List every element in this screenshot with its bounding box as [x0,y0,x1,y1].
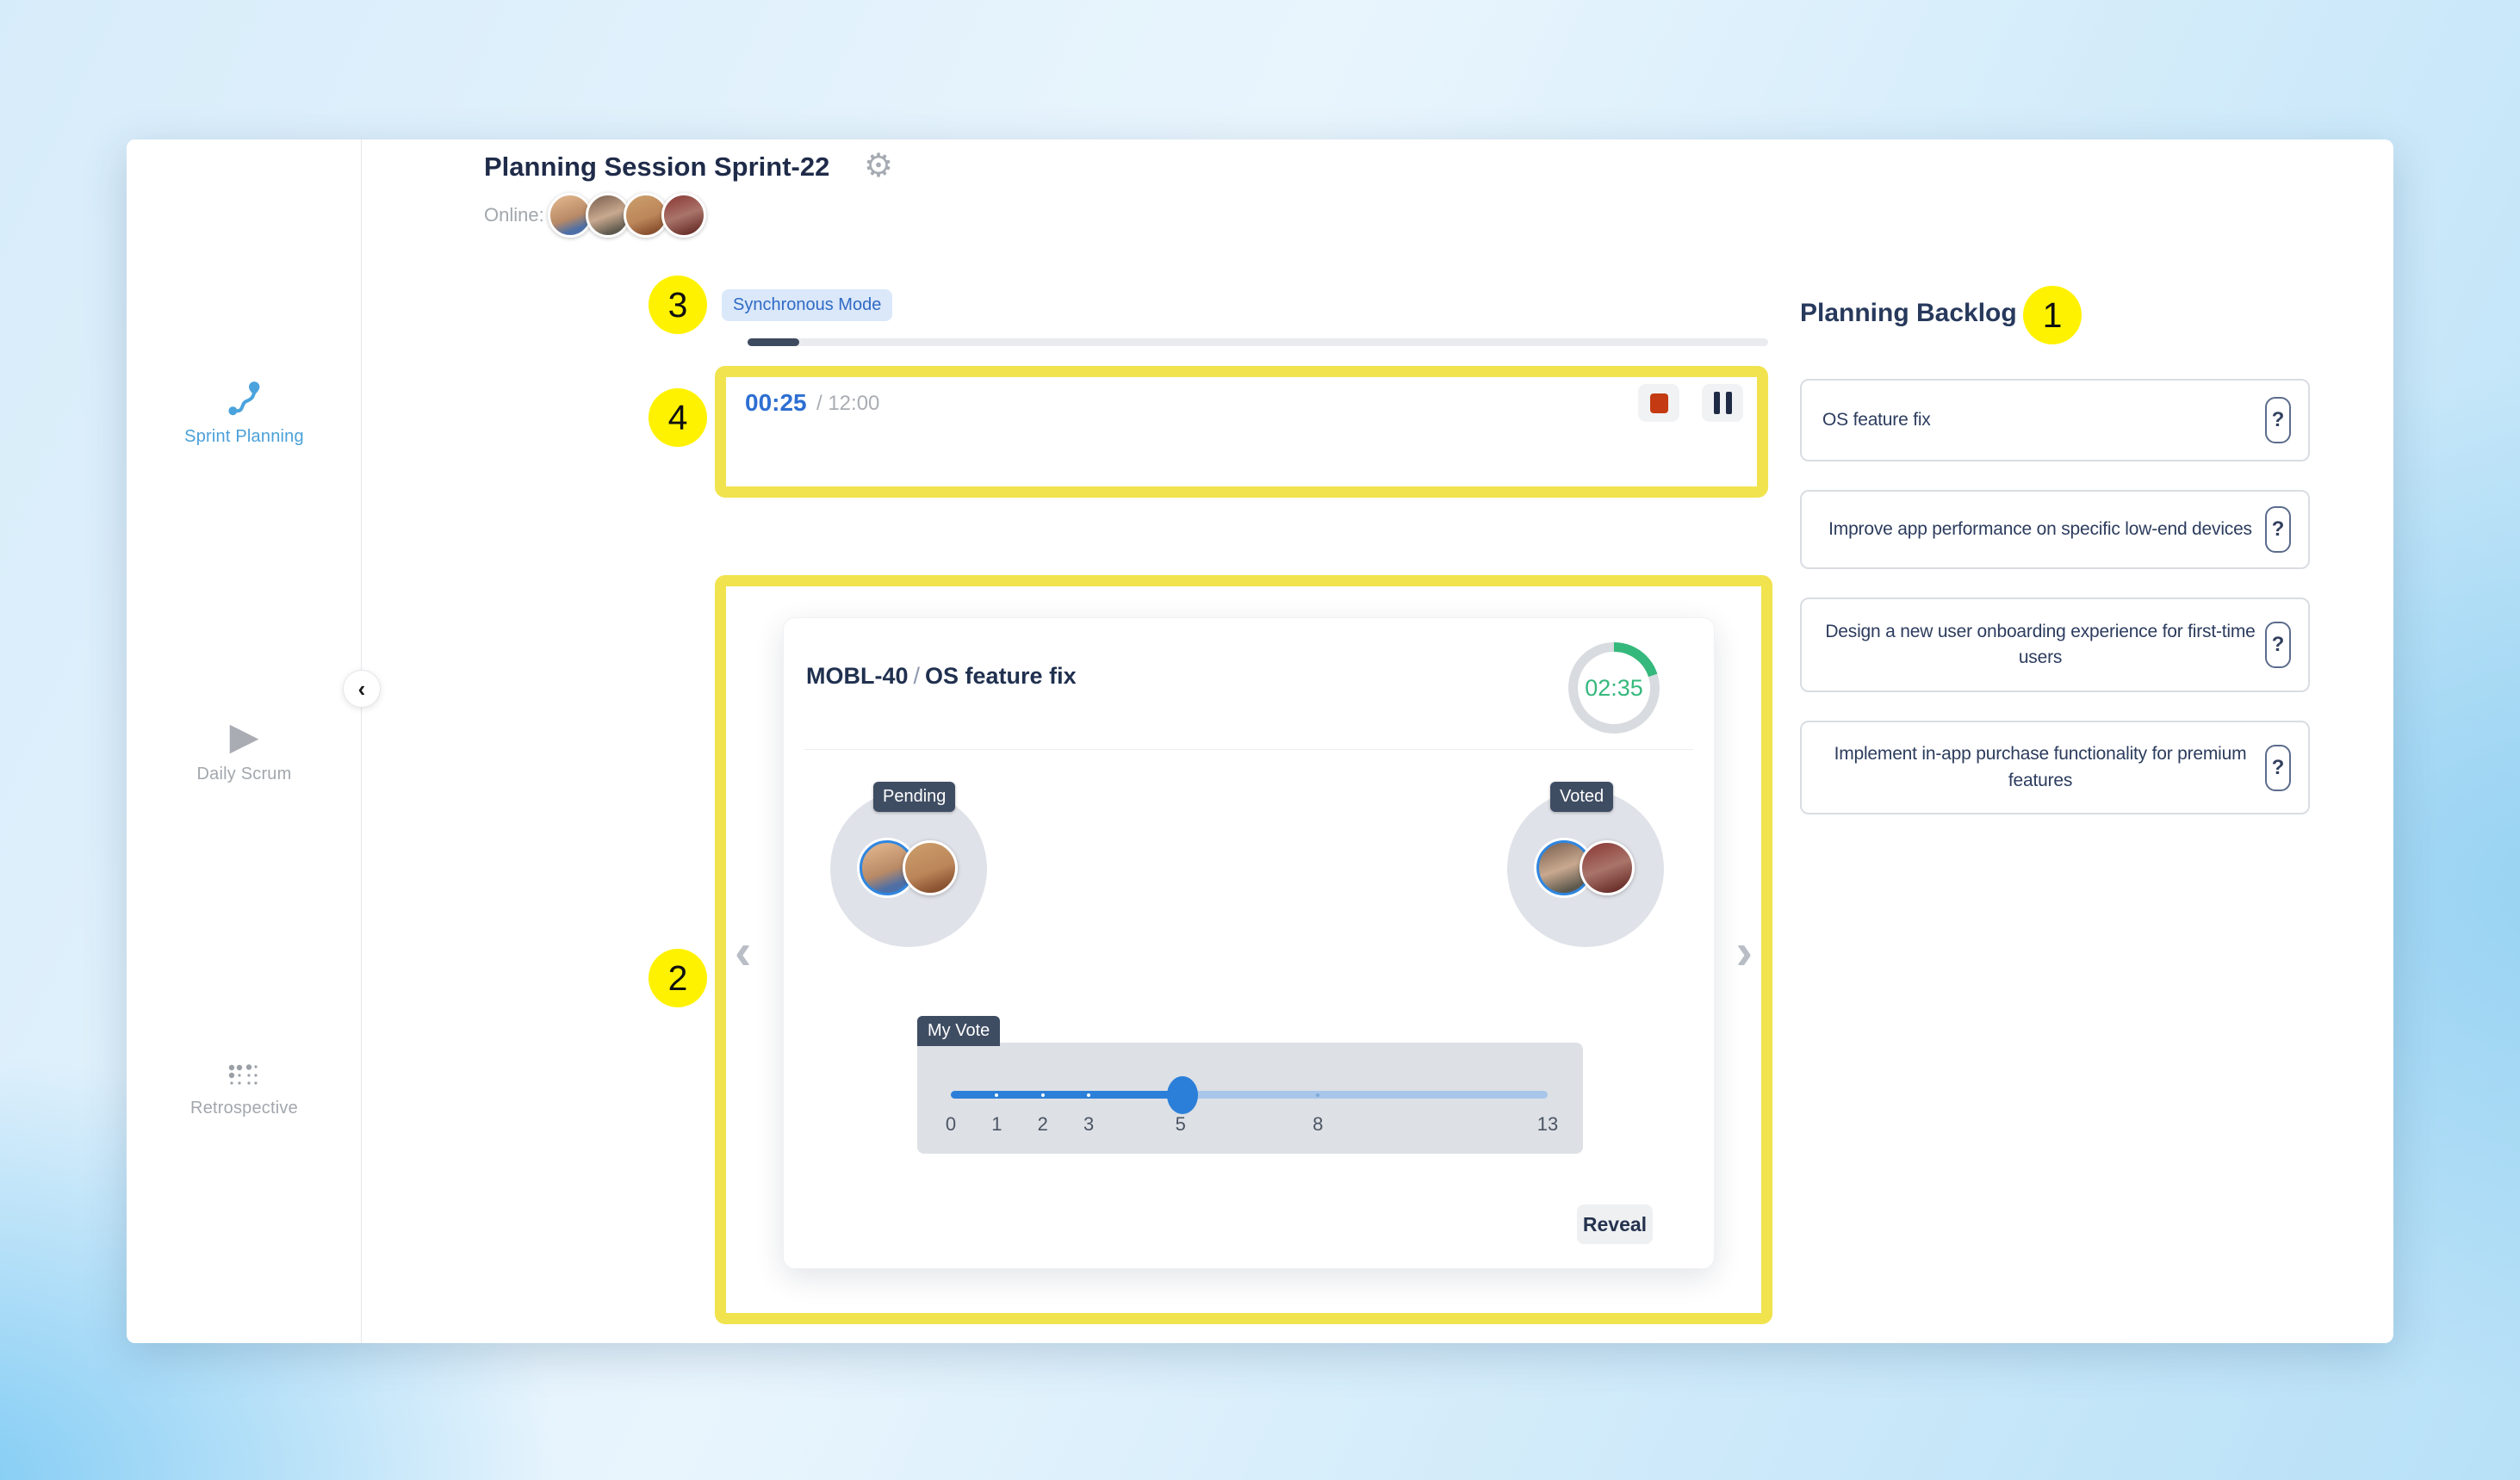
annotation-circle-3: 3 [649,276,707,334]
stop-button[interactable] [1638,384,1679,422]
page-title: Planning Session Sprint-22 [484,152,829,183]
pause-icon [1714,392,1732,414]
stop-icon [1650,393,1668,413]
slider-tick-1 [995,1093,998,1097]
story-name: OS feature fix [925,663,1077,689]
estimate-unknown-badge: ? [2265,397,2291,443]
divider [804,749,1693,750]
backlog-list: OS feature fix ? Improve app performance… [1800,379,2310,843]
vote-slider-fill [951,1091,1182,1099]
play-icon: ▶ [127,718,362,756]
settings-gear-icon[interactable]: ⚙ [864,150,893,183]
vote-slider-panel: 0 1 2 3 5 8 13 [917,1043,1583,1154]
annotation-circle-4: 4 [649,388,707,447]
sidebar-item-sprint-planning[interactable]: Sprint Planning [127,381,362,447]
slider-tick-8 [1316,1093,1319,1097]
session-progress-fill [748,338,799,346]
voted-avatars [1507,840,1664,895]
story-card: MOBL-40/OS feature fix 02:35 Pending Vot… [783,617,1715,1269]
route-icon [224,381,265,418]
sidebar-item-retrospective[interactable]: Retrospective [127,1062,362,1118]
backlog-item[interactable]: OS feature fix ? [1800,379,2310,461]
session-progress-bar [748,338,1768,346]
scale-label-13: 13 [1537,1113,1558,1136]
app-window: Sprint Planning ▶ Daily Scrum Retrospect… [127,139,2393,1343]
sync-mode-badge[interactable]: Synchronous Mode [722,289,892,321]
backlog-item[interactable]: Design a new user onboarding experience … [1800,598,2310,692]
voted-badge: Voted [1550,782,1613,812]
chevron-left-icon: ‹ [358,676,366,703]
sidebar-item-label: Retrospective [190,1099,298,1118]
story-key: MOBL-40 [806,663,909,689]
estimate-unknown-badge: ? [2265,745,2291,791]
estimate-unknown-badge: ? [2265,506,2291,553]
pending-badge: Pending [873,782,955,812]
scale-label-2: 2 [1038,1113,1048,1136]
slider-tick-2 [1041,1093,1045,1097]
annotation-circle-1: 1 [2023,286,2082,344]
online-users: Online: [484,193,706,238]
backlog-item-title: OS feature fix [1822,407,2258,433]
scale-label-3: 3 [1083,1113,1094,1136]
carousel-next-button[interactable]: › [1736,927,1753,977]
backlog-item[interactable]: Improve app performance on specific low-… [1800,490,2310,569]
annotation-circle-2: 2 [649,949,707,1007]
sidebar: Sprint Planning ▶ Daily Scrum Retrospect… [127,139,362,1343]
timer-elapsed: 00:25 [745,389,807,417]
vote-slider-track[interactable] [951,1091,1548,1099]
voted-avatar-2 [1580,840,1635,895]
backlog-item[interactable]: Implement in-app purchase functionality … [1800,721,2310,814]
dots-grid-icon [225,1062,264,1090]
online-avatar-4 [661,193,706,238]
pause-button[interactable] [1702,384,1743,422]
vote-slider-thumb[interactable] [1167,1076,1198,1114]
my-vote-badge: My Vote [917,1016,1000,1046]
estimate-unknown-badge: ? [2265,622,2291,668]
sidebar-collapse-button[interactable]: ‹ [343,670,381,708]
timer-total: / 12:00 [816,392,879,416]
story-timer-ring: 02:35 [1568,642,1660,734]
backlog-item-title: Design a new user onboarding experience … [1822,619,2258,672]
session-timer-panel: 00:25 / 12:00 [715,366,1768,498]
slider-tick-3 [1087,1093,1090,1097]
sidebar-item-label: Daily Scrum [197,765,292,783]
voted-group: Voted [1507,790,1664,947]
reveal-button[interactable]: Reveal [1577,1204,1653,1244]
scale-label-5: 5 [1176,1113,1186,1136]
scale-label-8: 8 [1313,1113,1323,1136]
story-title: MOBL-40/OS feature fix [806,663,1077,690]
online-label: Online: [484,204,544,226]
carousel-prev-button[interactable]: ‹ [735,927,751,977]
backlog-item-title: Implement in-app purchase functionality … [1822,741,2258,794]
backlog-title: Planning Backlog [1800,299,2017,328]
voting-carousel: ‹ › MOBL-40/OS feature fix 02:35 Pending… [715,575,1772,1324]
vote-scale-labels: 0 1 2 3 5 8 13 [951,1113,1548,1139]
sidebar-item-label: Sprint Planning [184,427,304,446]
pending-avatar-2 [903,840,958,895]
story-timer-value: 02:35 [1585,675,1643,702]
backlog-item-title: Improve app performance on specific low-… [1822,517,2258,542]
pending-avatars [830,840,987,895]
sidebar-item-daily-scrum[interactable]: ▶ Daily Scrum [127,718,362,784]
scale-label-1: 1 [991,1113,1002,1136]
pending-group: Pending [830,790,987,947]
story-separator: / [909,663,926,689]
scale-label-0: 0 [946,1113,956,1136]
